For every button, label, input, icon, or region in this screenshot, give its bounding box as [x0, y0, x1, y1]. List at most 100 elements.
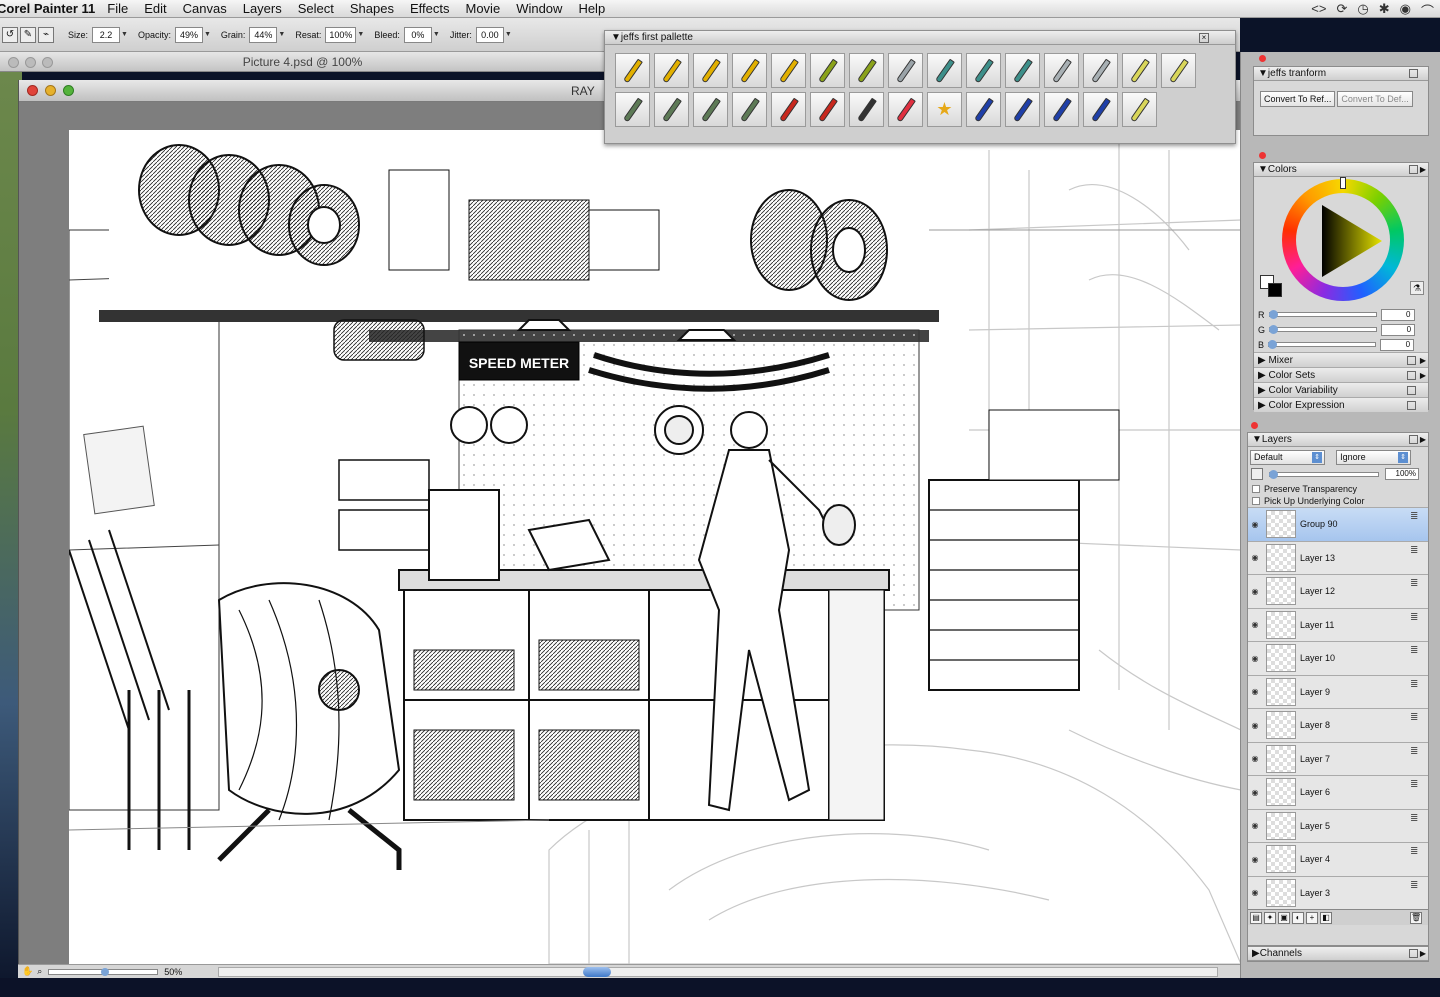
color-sets-close-icon[interactable]	[1407, 371, 1416, 380]
layers-close-icon[interactable]	[1409, 435, 1418, 444]
r-value[interactable]: 0	[1380, 308, 1415, 321]
drawing-canvas[interactable]: SPEED METER	[69, 130, 1241, 964]
brush-variant-button[interactable]	[654, 92, 689, 127]
b-slider[interactable]	[1268, 340, 1377, 349]
menu-file[interactable]: File	[107, 1, 128, 16]
layer-row[interactable]: ◉ Layer 4 ≣	[1248, 842, 1428, 876]
brush-variant-button[interactable]	[771, 92, 806, 127]
color-sets-menu-icon[interactable]: ▶	[1420, 368, 1426, 383]
time-machine-icon[interactable]: ◷	[1357, 1, 1368, 20]
brush-variant-button[interactable]	[1005, 53, 1040, 88]
eye-icon[interactable]: ◉	[1248, 754, 1262, 763]
composite-depth-arrow-icon[interactable]: ⇕	[1398, 452, 1409, 463]
mixer-panel[interactable]: ▶ Mixer ▶	[1254, 352, 1428, 367]
eye-icon[interactable]: ◉	[1248, 620, 1262, 629]
convert-to-ref-button[interactable]: Convert To Ref...	[1260, 91, 1336, 107]
bleed-arrow-icon[interactable]: ▼	[433, 31, 440, 38]
menu-movie[interactable]: Movie	[466, 1, 501, 16]
colors-close-icon[interactable]	[1409, 165, 1418, 174]
jitter-field[interactable]: 0.00	[475, 26, 504, 43]
zoom-slider-knob[interactable]	[101, 967, 110, 976]
stroke-tool-icon[interactable]: ⌁	[38, 26, 54, 43]
background-document-titlebar[interactable]: Picture 4.psd @ 100%	[0, 52, 605, 72]
zoom-slider[interactable]	[48, 967, 159, 976]
opacity-field[interactable]: 49%	[174, 26, 203, 43]
eye-icon[interactable]: ◉	[1248, 687, 1262, 696]
brush-variant-button[interactable]	[654, 53, 689, 88]
brush-variant-button[interactable]	[1044, 92, 1079, 127]
zoom-icon[interactable]: ⌕	[37, 966, 42, 977]
color-sets-panel[interactable]: ▶ Color Sets ▶	[1254, 367, 1428, 382]
mixer-close-icon[interactable]	[1407, 356, 1416, 365]
brush-variant-button[interactable]	[1044, 53, 1079, 88]
g-slider[interactable]	[1269, 325, 1378, 334]
bg-zoom-button[interactable]	[42, 57, 53, 68]
brush-variant-button[interactable]	[810, 92, 845, 127]
brush-variant-button[interactable]	[1122, 53, 1157, 88]
composite-depth-select[interactable]: Ignore ⇕	[1336, 450, 1412, 465]
channels-menu-icon[interactable]: ▶	[1420, 947, 1426, 961]
dynamic-plugins-icon[interactable]: ✦	[1264, 911, 1276, 924]
brush-variant-button[interactable]	[732, 92, 767, 127]
layer-row[interactable]: ◉ Layer 5 ≣	[1248, 808, 1428, 842]
layer-opacity-knob[interactable]	[1269, 469, 1278, 479]
hue-marker[interactable]	[1340, 177, 1346, 189]
brush-variant-button[interactable]	[1161, 53, 1196, 88]
color-variability-panel[interactable]: ▶ Color Variability	[1254, 382, 1428, 397]
grain-arrow-icon[interactable]: ▼	[278, 31, 285, 38]
r-slider-knob[interactable]	[1268, 310, 1278, 319]
eye-icon[interactable]: ◉	[1248, 788, 1262, 797]
menu-select[interactable]: Select	[298, 1, 334, 16]
color-variability-close-icon[interactable]	[1407, 386, 1416, 395]
preserve-transparency-checkbox[interactable]: Preserve Transparency	[1248, 483, 1428, 495]
layers-close-dot[interactable]	[1251, 422, 1258, 429]
color-expression-close-icon[interactable]	[1407, 401, 1416, 410]
pick-up-color-checkbox[interactable]: Pick Up Underlying Color	[1248, 495, 1428, 507]
brush-variant-button[interactable]: ★	[927, 92, 962, 127]
bluetooth-icon[interactable]: ✱	[1379, 1, 1390, 20]
eye-icon[interactable]: ◉	[1248, 821, 1262, 830]
brush-variant-button[interactable]	[849, 92, 884, 127]
eye-icon[interactable]: ◉	[1248, 654, 1262, 663]
layers-panel-header[interactable]: ▼Layers ▶	[1248, 433, 1428, 447]
brush-variant-button[interactable]	[615, 92, 650, 127]
layer-row[interactable]: ◉ Layer 10 ≣	[1248, 641, 1428, 675]
eye-icon[interactable]: ◉	[1248, 855, 1262, 864]
brush-variant-button[interactable]	[888, 92, 923, 127]
eye-icon[interactable]: ◉	[1248, 587, 1262, 596]
palette-header[interactable]: ▼jeffs first pallette	[605, 31, 1235, 45]
resat-arrow-icon[interactable]: ▼	[357, 31, 364, 38]
menu-layers[interactable]: Layers	[243, 1, 282, 16]
layer-row[interactable]: ◉ Layer 9 ≣	[1248, 674, 1428, 708]
b-value[interactable]: 0	[1380, 338, 1415, 351]
zoom-button[interactable]	[63, 85, 74, 96]
colors-menu-icon[interactable]: ▶	[1420, 163, 1426, 177]
brush-variant-button[interactable]	[732, 53, 767, 88]
close-button[interactable]	[27, 85, 38, 96]
horizontal-scrollbar[interactable]	[218, 966, 1218, 977]
grabber-icon[interactable]: ✋	[22, 966, 33, 977]
eye-icon[interactable]: ◉	[1248, 553, 1262, 562]
layers-menu-icon[interactable]: ▶	[1420, 433, 1426, 447]
jitter-arrow-icon[interactable]: ▼	[505, 31, 512, 38]
brush-variant-button[interactable]	[693, 53, 728, 88]
layer-row[interactable]: ◉ Layer 6 ≣	[1248, 775, 1428, 809]
menu-effects[interactable]: Effects	[410, 1, 450, 16]
menu-shapes[interactable]: Shapes	[350, 1, 394, 16]
layer-row[interactable]: ◉ Layer 12 ≣	[1248, 574, 1428, 608]
bg-close-button[interactable]	[8, 57, 19, 68]
wifi-icon[interactable]: ⌒	[1421, 1, 1434, 20]
layer-adjuster-icon[interactable]	[1251, 468, 1263, 480]
menu-edit[interactable]: Edit	[144, 1, 166, 16]
delete-layer-icon[interactable]: 🗑	[1410, 911, 1422, 924]
transform-close-icon[interactable]	[1409, 69, 1418, 78]
sound-icon[interactable]: ◉	[1400, 1, 1411, 20]
g-value[interactable]: 0	[1381, 323, 1416, 336]
layer-row[interactable]: ◉ Layer 8 ≣	[1248, 708, 1428, 742]
code-icon[interactable]: <>	[1311, 1, 1326, 20]
primary-color-swatch[interactable]	[1268, 283, 1282, 297]
transform-panel-header[interactable]: ▼jeffs tranform	[1254, 67, 1428, 81]
size-arrow-icon[interactable]: ▼	[121, 31, 128, 38]
layer-row[interactable]: ◉ Layer 13 ≣	[1248, 540, 1428, 574]
brush-variant-button[interactable]	[771, 53, 806, 88]
